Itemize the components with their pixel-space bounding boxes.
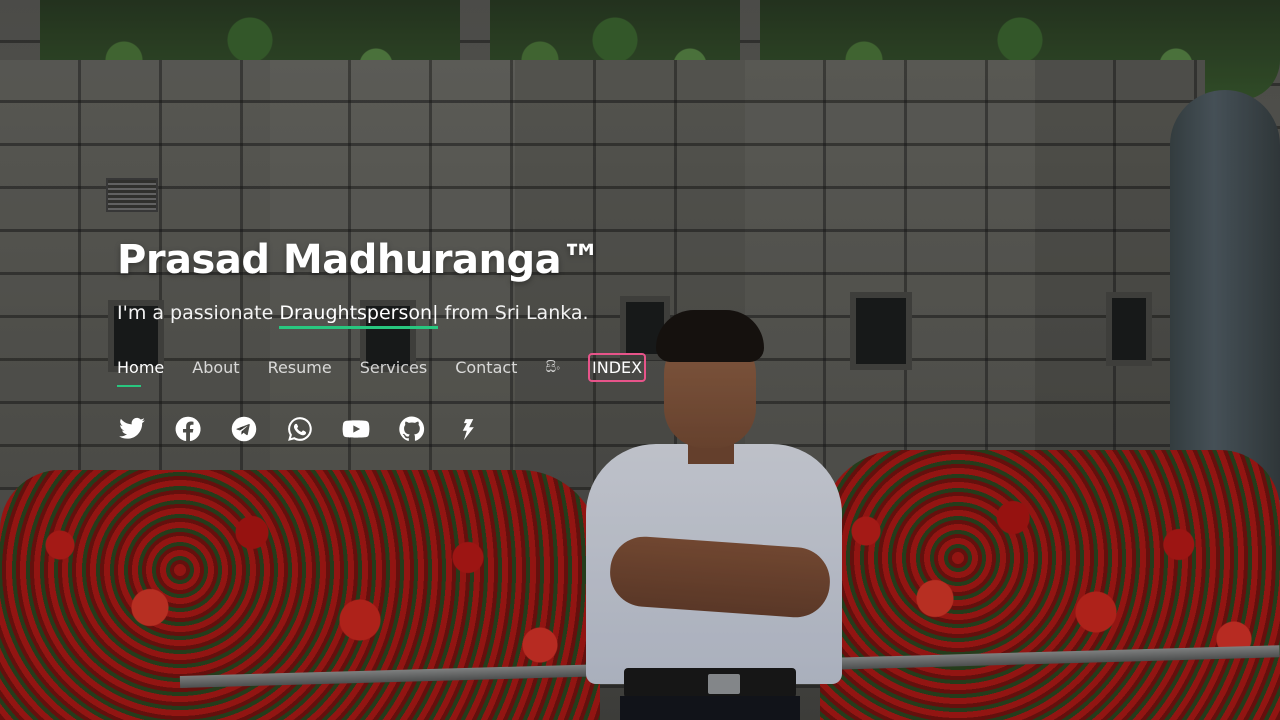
nav-contact[interactable]: Contact (455, 354, 517, 381)
typed-role: Draughtsperson| (279, 302, 439, 329)
telegram-link[interactable] (229, 414, 259, 444)
nav-about[interactable]: About (192, 354, 239, 381)
typing-cursor: | (432, 302, 439, 324)
youtube-link[interactable] (341, 414, 371, 444)
whatsapp-icon (288, 417, 312, 441)
hero-title: Prasad Madhuranga™ (117, 237, 601, 283)
nav-home[interactable]: Home (117, 354, 164, 387)
zhihu-icon (462, 419, 474, 441)
whatsapp-link[interactable] (285, 414, 315, 444)
nav-resume[interactable]: Resume (268, 354, 332, 381)
twitter-icon (119, 417, 145, 439)
typed-word: Draughtsperson (279, 302, 433, 324)
social-links (117, 414, 737, 444)
github-link[interactable] (397, 414, 427, 444)
main-nav: Home About Resume Services Contact සිං I… (117, 350, 737, 387)
twitter-link[interactable] (117, 414, 147, 444)
telegram-icon (231, 416, 257, 442)
subtitle-prefix: I'm a passionate (117, 302, 274, 324)
hero-content: Prasad Madhuranga™ I'm a passionate Drau… (117, 236, 737, 444)
hero-subtitle: I'm a passionate Draughtsperson| from Sr… (117, 298, 737, 329)
facebook-link[interactable] (173, 414, 203, 444)
subtitle-suffix: from Sri Lanka. (444, 302, 589, 324)
youtube-icon (342, 420, 370, 438)
facebook-icon (175, 416, 201, 442)
nav-services[interactable]: Services (360, 354, 427, 381)
github-icon (399, 416, 425, 441)
nav-index[interactable]: INDEX (588, 352, 647, 382)
zhihu-link[interactable] (453, 414, 483, 444)
nav-language-sinhala[interactable]: සිං (545, 354, 560, 380)
